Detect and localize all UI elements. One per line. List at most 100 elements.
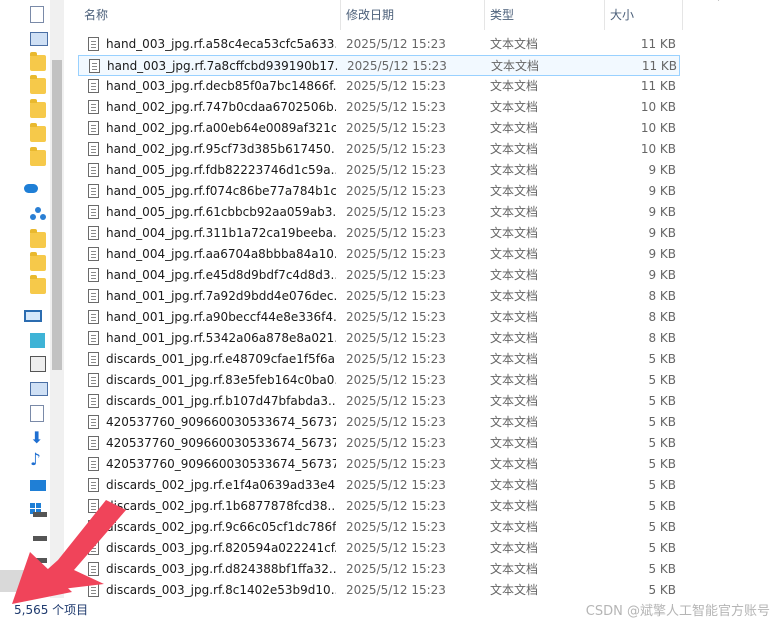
folder-icon[interactable] (30, 229, 46, 248)
file-size: 8 KB (648, 289, 676, 303)
sort-descending-icon: ˅ (716, 0, 721, 9)
folder-icon[interactable] (30, 52, 46, 71)
file-name: hand_002_jpg.rf.a00eb64e0089af321c... (106, 121, 336, 135)
file-name: hand_003_jpg.rf.decb85f0a7bc14866f... (106, 79, 336, 93)
document-icon[interactable] (30, 405, 44, 422)
file-row[interactable]: discards_003_jpg.rf.8c1402e53b9d10... 202… (78, 580, 680, 601)
file-type: 文本文档 (490, 184, 539, 198)
text-file-icon (88, 100, 99, 114)
file-size: 9 KB (648, 226, 676, 240)
file-row[interactable]: 420537760_909660030533674_56737... 2025/5… (78, 412, 680, 433)
folder-icon[interactable] (30, 147, 46, 166)
file-row[interactable]: hand_001_jpg.rf.7a92d9bdd4e076dec... 2025… (78, 286, 680, 307)
text-file-icon (88, 373, 99, 387)
file-row[interactable]: discards_002_jpg.rf.9c66c05cf1dc786f... 2… (78, 517, 680, 538)
file-row[interactable]: hand_002_jpg.rf.747b0cdaa6702506b... 2025… (78, 97, 680, 118)
file-name: hand_004_jpg.rf.aa6704a8bbba84a10... (106, 247, 336, 261)
file-name: discards_001_jpg.rf.e48709cfae1f5f6a... (106, 352, 336, 366)
nav-scrollbar-thumb[interactable] (52, 60, 62, 370)
file-size: 5 KB (648, 373, 676, 387)
file-row[interactable]: hand_004_jpg.rf.aa6704a8bbba84a10... 2025… (78, 244, 680, 265)
computer-icon[interactable] (24, 310, 42, 322)
file-row[interactable]: 420537760_909660030533674_56737... 2025/5… (78, 433, 680, 454)
picture-icon[interactable] (30, 382, 48, 396)
file-row[interactable]: discards_002_jpg.rf.1b6877878fcd38... 202… (78, 496, 680, 517)
desktop-icon[interactable] (30, 480, 46, 491)
column-name-header[interactable]: 名称 (78, 0, 340, 30)
picture-icon[interactable] (30, 32, 48, 46)
folder-icon[interactable] (30, 123, 46, 142)
download-icon[interactable]: ⬇ (30, 430, 46, 446)
file-size: 11 KB (641, 59, 677, 73)
file-type: 文本文档 (490, 415, 539, 429)
text-file-icon (88, 247, 99, 261)
file-row[interactable]: hand_004_jpg.rf.e45d8d9bdf7c4d8d3... 2025… (78, 265, 680, 286)
file-row[interactable]: discards_003_jpg.rf.d824388bf1ffa32... 20… (78, 559, 680, 580)
text-file-icon (88, 541, 99, 555)
file-modified-date: 2025/5/12 15:23 (346, 562, 446, 576)
file-modified-date: 2025/5/12 15:23 (346, 37, 446, 51)
file-row[interactable]: discards_001_jpg.rf.b107d47bfabda3... 202… (78, 391, 680, 412)
file-modified-date: 2025/5/12 15:23 (346, 436, 446, 450)
file-modified-date: 2025/5/12 15:23 (346, 79, 446, 93)
file-type: 文本文档 (490, 310, 539, 324)
video-icon[interactable] (30, 356, 46, 372)
file-row[interactable]: hand_002_jpg.rf.95cf73d385b617450... 2025… (78, 139, 680, 160)
text-file-icon (88, 205, 99, 219)
folder-icon[interactable] (30, 75, 46, 94)
file-row[interactable]: hand_002_jpg.rf.a00eb64e0089af321c... 202… (78, 118, 680, 139)
file-type: 文本文档 (490, 520, 539, 534)
drive-icon[interactable] (33, 558, 47, 563)
file-type: 文本文档 (490, 562, 539, 576)
drive-icon[interactable] (33, 536, 47, 541)
column-date-header[interactable]: 修改日期 (340, 0, 484, 30)
file-row[interactable]: hand_005_jpg.rf.fdb82223746d1c59a... 2025… (78, 160, 680, 181)
column-size-header[interactable]: 大小 (604, 0, 682, 30)
file-row[interactable]: hand_003_jpg.rf.decb85f0a7bc14866f... 202… (78, 76, 680, 97)
file-row[interactable]: discards_001_jpg.rf.e48709cfae1f5f6a... 2… (78, 349, 680, 370)
folder-icon[interactable] (30, 275, 46, 294)
file-row[interactable]: hand_004_jpg.rf.311b1a72ca19beeba... 2025… (78, 223, 680, 244)
folder-icon[interactable] (30, 99, 46, 118)
file-row[interactable]: discards_003_jpg.rf.820594a022241cf... 20… (78, 538, 680, 559)
item-count-status: 5,565 个项目 (14, 603, 89, 617)
file-type: 文本文档 (490, 268, 539, 282)
file-size: 5 KB (648, 562, 676, 576)
file-row[interactable]: hand_005_jpg.rf.f074c86be77a784b1c... 202… (78, 181, 680, 202)
drive-icon (33, 580, 47, 585)
file-size: 5 KB (648, 394, 676, 408)
file-row[interactable]: hand_001_jpg.rf.a90beccf44e8e336f4... 202… (78, 307, 680, 328)
file-name: discards_003_jpg.rf.820594a022241cf... (106, 541, 336, 555)
column-divider[interactable] (682, 0, 683, 30)
file-size: 5 KB (648, 520, 676, 534)
text-file-icon (88, 331, 99, 345)
file-size: 11 KB (640, 37, 676, 51)
file-type: 文本文档 (490, 373, 539, 387)
drive-icon[interactable] (33, 512, 47, 517)
file-name: hand_005_jpg.rf.fdb82223746d1c59a... (106, 163, 336, 177)
file-row[interactable]: hand_003_jpg.rf.7a8cffcbd939190b17... 202… (78, 55, 680, 76)
music-icon[interactable]: ♪ (30, 452, 46, 469)
folder-icon[interactable] (30, 252, 46, 271)
document-icon[interactable] (30, 6, 44, 23)
file-size: 8 KB (648, 310, 676, 324)
column-type-header[interactable]: 类型 (484, 0, 604, 30)
file-type: 文本文档 (490, 352, 539, 366)
file-row[interactable]: 420537760_909660030533674_56737... 2025/5… (78, 454, 680, 475)
file-row[interactable]: hand_005_jpg.rf.61cbbcb92aa059ab3... 2025… (78, 202, 680, 223)
watermark-text: CSDN @斌擎人工智能官方账号 (585, 604, 770, 619)
file-row[interactable]: hand_003_jpg.rf.a58c4eca53cfc5a633... 202… (78, 34, 680, 55)
file-row[interactable]: discards_002_jpg.rf.e1f4a0639ad33e4... 20… (78, 475, 680, 496)
network-share-icon[interactable] (30, 206, 46, 222)
file-name: discards_002_jpg.rf.e1f4a0639ad33e4... (106, 478, 336, 492)
nav-scrollbar[interactable] (50, 0, 64, 598)
file-name: discards_001_jpg.rf.b107d47bfabda3... (106, 394, 336, 408)
file-type: 文本文档 (490, 37, 539, 51)
file-modified-date: 2025/5/12 15:23 (346, 478, 446, 492)
3d-objects-icon[interactable] (30, 333, 45, 348)
file-row[interactable]: discards_001_jpg.rf.83e5feb164c0ba0... 20… (78, 370, 680, 391)
cloud-icon[interactable] (24, 184, 38, 193)
selected-drive-item[interactable] (0, 570, 50, 592)
file-row[interactable]: hand_001_jpg.rf.5342a06a878e8a021... 2025… (78, 328, 680, 349)
text-file-icon (88, 142, 99, 156)
